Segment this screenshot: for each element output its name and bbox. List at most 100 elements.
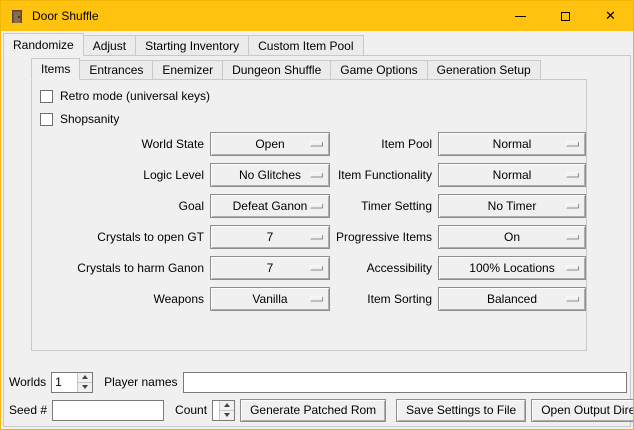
item-sorting-value: Balanced [487,292,537,306]
timer-setting-label: Timer Setting [336,194,432,218]
open-output-directory-button[interactable]: Open Output Directory [531,399,634,422]
tab-generation-setup[interactable]: Generation Setup [427,60,541,79]
retro-mode-label: Retro mode (universal keys) [60,89,210,103]
shopsanity-label: Shopsanity [60,112,119,126]
worlds-label: Worlds [9,375,46,389]
titlebar: Door Shuffle ✕ [1,1,633,31]
dropdown-indicator-icon [310,266,323,271]
crystals-gt-dropdown[interactable]: 7 [210,225,330,249]
goal-dropdown[interactable]: Defeat Ganon [210,194,330,218]
count-spin-down-button[interactable] [219,410,234,420]
dropdown-indicator-icon [310,297,323,302]
player-names-input[interactable] [183,372,628,393]
seed-input[interactable] [52,400,164,421]
save-settings-button[interactable]: Save Settings to File [396,399,526,422]
worlds-spin-up-button[interactable] [77,373,92,382]
weapons-value: Vanilla [252,292,287,306]
tab-game-options[interactable]: Game Options [330,60,427,79]
spin-up-icon [224,403,230,407]
inner-tab-bar: Items Entrances Enemizer Dungeon Shuffle… [31,58,540,79]
world-state-label: World State [32,132,204,156]
minimize-button[interactable] [498,1,543,31]
weapons-label: Weapons [32,287,204,311]
dropdown-indicator-icon [566,142,579,147]
item-sorting-dropdown[interactable]: Balanced [438,287,586,311]
count-spin-up-button[interactable] [219,401,234,410]
generate-patched-rom-button[interactable]: Generate Patched Rom [240,399,386,422]
spin-down-icon [82,385,88,389]
window-controls: ✕ [498,1,633,31]
progressive-items-dropdown[interactable]: On [438,225,586,249]
maximize-button[interactable] [543,1,588,31]
close-icon: ✕ [605,8,616,24]
tab-entrances[interactable]: Entrances [79,60,153,79]
accessibility-dropdown[interactable]: 100% Locations [438,256,586,280]
crystals-ganon-dropdown[interactable]: 7 [210,256,330,280]
footer-row-1: Worlds Player names [9,371,627,393]
dropdown-indicator-icon [566,204,579,209]
dropdown-indicator-icon [566,297,579,302]
goal-label: Goal [32,194,204,218]
item-functionality-dropdown[interactable]: Normal [438,163,586,187]
spin-down-icon [224,413,230,417]
dropdown-indicator-icon [566,173,579,178]
retro-mode-checkbox-row[interactable]: Retro mode (universal keys) [40,89,210,103]
item-sorting-label: Item Sorting [336,287,432,311]
goal-value: Defeat Ganon [233,199,308,213]
footer-row-2: Seed # Count Generate Patched Rom Save S… [9,398,627,422]
dropdown-indicator-icon [310,173,323,178]
tab-enemizer[interactable]: Enemizer [152,60,223,79]
shopsanity-checkbox-row[interactable]: Shopsanity [40,112,119,126]
progressive-items-label: Progressive Items [336,225,432,249]
window-title: Door Shuffle [32,9,99,23]
logic-level-label: Logic Level [32,163,204,187]
crystals-ganon-label: Crystals to harm Ganon [32,256,204,280]
tab-items[interactable]: Items [31,58,80,80]
world-state-dropdown[interactable]: Open [210,132,330,156]
dropdown-indicator-icon [566,235,579,240]
worlds-spinner[interactable] [51,372,93,393]
tab-starting-inventory[interactable]: Starting Inventory [135,35,249,55]
count-spinner-arrows [219,401,234,420]
options-grid: World State Open Item Pool Normal Logic … [32,132,586,311]
worlds-input[interactable] [52,373,77,392]
crystals-ganon-value: 7 [267,261,274,275]
count-spinner[interactable] [212,400,235,421]
timer-setting-value: No Timer [488,199,537,213]
dropdown-indicator-icon [310,142,323,147]
app-window: Door Shuffle ✕ Randomize Adjust Starting… [0,0,634,430]
item-functionality-label: Item Functionality [336,163,432,187]
crystals-gt-label: Crystals to open GT [32,225,204,249]
logic-level-dropdown[interactable]: No Glitches [210,163,330,187]
seed-label: Seed # [9,403,47,417]
accessibility-label: Accessibility [336,256,432,280]
timer-setting-dropdown[interactable]: No Timer [438,194,586,218]
player-names-label: Player names [104,375,177,389]
retro-mode-checkbox[interactable] [40,90,53,103]
shopsanity-checkbox[interactable] [40,113,53,126]
close-button[interactable]: ✕ [588,1,633,31]
item-pool-dropdown[interactable]: Normal [438,132,586,156]
spin-up-icon [82,375,88,379]
worlds-spinner-arrows [77,373,92,392]
item-pool-label: Item Pool [336,132,432,156]
weapons-dropdown[interactable]: Vanilla [210,287,330,311]
tab-dungeon-shuffle[interactable]: Dungeon Shuffle [222,60,331,79]
maximize-icon [561,12,570,21]
item-functionality-value: Normal [493,168,532,182]
app-icon [9,8,25,24]
dropdown-indicator-icon [566,266,579,271]
tab-randomize[interactable]: Randomize [3,33,84,56]
logic-level-value: No Glitches [239,168,301,182]
worlds-spin-down-button[interactable] [77,382,92,392]
outer-tab-bar: Randomize Adjust Starting Inventory Cust… [3,33,363,55]
dropdown-indicator-icon [310,235,323,240]
progressive-items-value: On [504,230,520,244]
crystals-gt-value: 7 [267,230,274,244]
tab-adjust[interactable]: Adjust [83,35,136,55]
world-state-value: Open [255,137,284,151]
tab-custom-item-pool[interactable]: Custom Item Pool [248,35,363,55]
dropdown-indicator-icon [310,204,323,209]
accessibility-value: 100% Locations [469,261,554,275]
minimize-icon [515,16,526,17]
